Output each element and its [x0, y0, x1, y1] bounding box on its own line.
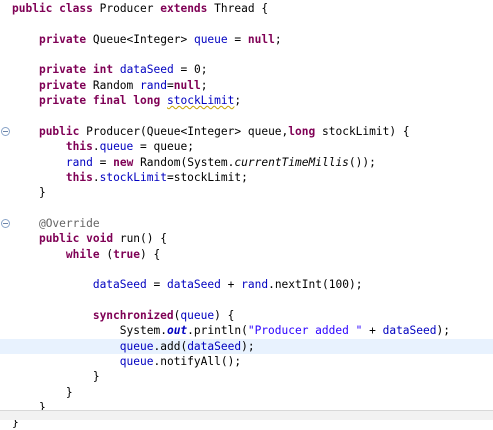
collapse-minus-icon[interactable]: [1, 126, 10, 136]
code-line-text: private Random rand=null;: [38, 78, 208, 92]
code-line-text: this.stockLimit=stockLimit;: [65, 170, 248, 184]
code-line[interactable]: [0, 108, 493, 123]
code-line[interactable]: }: [0, 369, 493, 384]
code-line-text: }: [92, 370, 100, 384]
code-line[interactable]: [0, 201, 493, 216]
code-line[interactable]: this.queue = queue;: [0, 139, 493, 154]
code-line-text: queue.notifyAll();: [119, 355, 242, 369]
code-line[interactable]: private Random rand=null;: [0, 78, 493, 93]
code-line[interactable]: synchronized(queue) {: [0, 308, 493, 323]
code-editor[interactable]: public class Producer extends Thread { p…: [0, 0, 493, 429]
code-line-text: private Queue<Integer> queue = null;: [38, 32, 282, 46]
code-line[interactable]: }: [0, 385, 493, 400]
code-line-text: this.queue = queue;: [65, 140, 194, 154]
code-line-text: }: [38, 186, 46, 200]
code-line[interactable]: public class Producer extends Thread {: [0, 1, 493, 16]
code-line-text: while (true) {: [65, 247, 161, 261]
code-line[interactable]: while (true) {: [0, 247, 493, 262]
code-line[interactable]: [0, 293, 493, 308]
code-line[interactable]: public Producer(Queue<Integer> queue,lon…: [0, 124, 493, 139]
code-line[interactable]: System.out.println("Producer added " + d…: [0, 323, 493, 338]
code-line[interactable]: [0, 47, 493, 62]
code-line-text: dataSeed = dataSeed + rand.nextInt(100);: [92, 278, 363, 292]
code-line-text: public Producer(Queue<Integer> queue,lon…: [38, 124, 410, 138]
code-line[interactable]: private Queue<Integer> queue = null;: [0, 32, 493, 47]
code-line[interactable]: private final long stockLimit;: [0, 93, 493, 108]
code-line-text: private final long stockLimit;: [38, 94, 242, 108]
collapse-minus-icon[interactable]: [1, 218, 10, 228]
code-line-text: synchronized(queue) {: [92, 309, 235, 322]
code-line-text: System.out.println("Producer added " + d…: [119, 324, 450, 338]
code-line-text: }: [65, 385, 73, 399]
code-line[interactable]: @Override: [0, 216, 493, 231]
code-line[interactable]: [0, 262, 493, 277]
code-line[interactable]: queue.add(dataSeed);: [0, 338, 493, 354]
code-line[interactable]: queue.notifyAll();: [0, 354, 493, 369]
code-line-text: public void run() {: [38, 232, 168, 246]
code-line[interactable]: [0, 16, 493, 31]
code-line-text: @Override: [38, 216, 100, 230]
code-line[interactable]: }: [0, 185, 493, 200]
code-line[interactable]: private int dataSeed = 0;: [0, 62, 493, 77]
code-line[interactable]: this.stockLimit=stockLimit;: [0, 170, 493, 185]
code-line[interactable]: dataSeed = dataSeed + rand.nextInt(100);: [0, 277, 493, 292]
code-line-text: public class Producer extends Thread {: [12, 2, 269, 15]
code-line-text: rand = new Random(System.currentTimeMill…: [65, 155, 376, 169]
code-line[interactable]: rand = new Random(System.currentTimeMill…: [0, 155, 493, 170]
code-line[interactable]: public void run() {: [0, 231, 493, 246]
code-line-text: queue.add(dataSeed);: [119, 339, 255, 353]
code-line-text: private int dataSeed = 0;: [38, 63, 208, 77]
